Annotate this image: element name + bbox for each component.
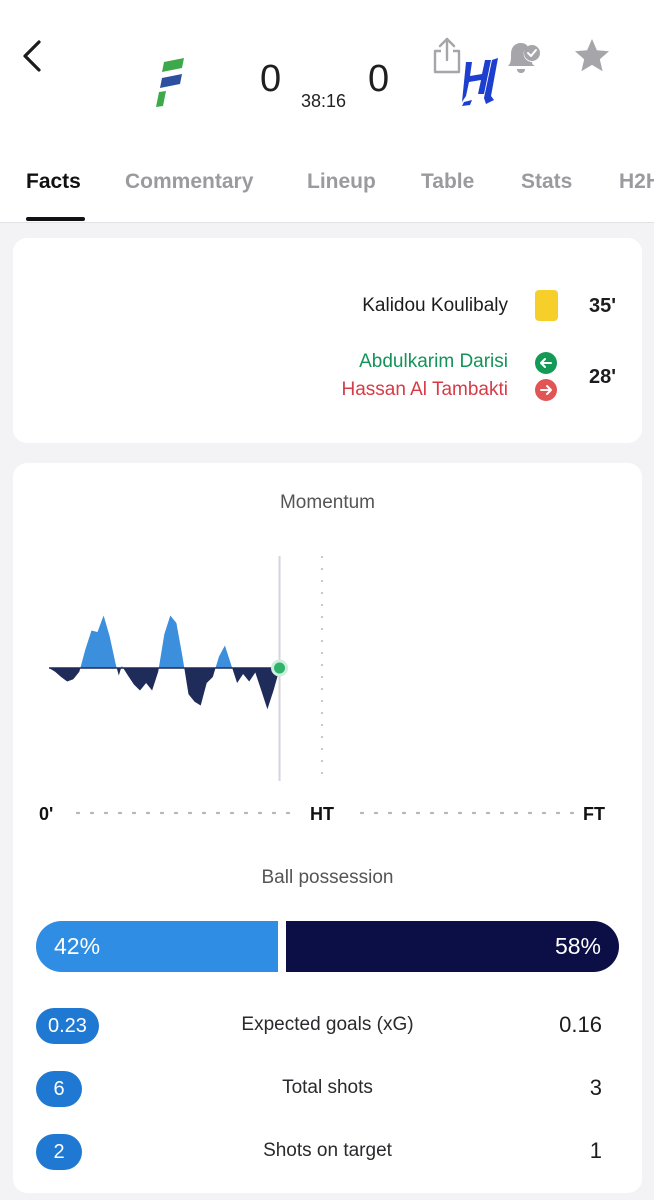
back-button[interactable]: [14, 36, 50, 76]
tab-lineup[interactable]: Lineup: [307, 170, 376, 194]
stat-away-value: 1: [589, 1138, 602, 1163]
axis-label-start: 0': [39, 804, 53, 824]
yellow-card-icon: [535, 290, 558, 321]
possession-home: 42%: [36, 921, 278, 972]
sub-minute: 28': [588, 366, 616, 388]
bell-check-icon[interactable]: [502, 38, 542, 76]
stat-label: Shots on target: [263, 1140, 392, 1161]
match-stats-card: Momentum 0' HT FT Ball possession 42% 58…: [13, 463, 642, 1193]
stat-label: Total shots: [282, 1077, 373, 1098]
possession-away: 58%: [286, 921, 619, 972]
chevron-left-icon: [23, 40, 41, 72]
match-clock: 38:16: [301, 91, 347, 111]
sub-in-arrow-icon: [535, 352, 557, 374]
stat-row-shots-on-target[interactable]: 2 Shots on target 1: [13, 1134, 642, 1174]
stat-row-total-shots[interactable]: 6 Total shots 3: [13, 1071, 642, 1111]
sub-out-arrow-icon: [535, 379, 557, 401]
possession-bar[interactable]: 42% 58%: [36, 921, 619, 972]
momentum-live-dot: [271, 659, 289, 677]
match-header: 0 38:16 0 Facts Commentary Lineup Table …: [0, 0, 654, 223]
possession-title: Ball possession: [261, 867, 394, 888]
away-score: 0: [368, 58, 390, 100]
axis-label-fulltime: FT: [583, 804, 605, 824]
stat-away-value: 3: [589, 1075, 602, 1100]
tab-h2h[interactable]: H2H: [619, 170, 654, 194]
momentum-chart[interactable]: 0' HT FT: [13, 463, 642, 833]
share-icon[interactable]: [428, 36, 466, 76]
tab-facts[interactable]: Facts: [26, 170, 81, 194]
stat-label: Expected goals (xG): [241, 1014, 414, 1035]
tab-bar: Facts Commentary Lineup Table Stats H2H: [0, 162, 654, 222]
match-events-card: Kalidou Koulibaly 35' Abdulkarim Darisi …: [13, 238, 642, 443]
tab-table[interactable]: Table: [421, 170, 474, 194]
card-player-name[interactable]: Kalidou Koulibaly: [362, 295, 508, 317]
sub-out-player-name[interactable]: Hassan Al Tambakti: [341, 379, 508, 401]
stat-away-value: 0.16: [559, 1012, 602, 1037]
home-team-logo[interactable]: [152, 56, 192, 108]
home-score: 0: [260, 58, 282, 100]
axis-label-halftime: HT: [310, 804, 334, 824]
card-minute: 35': [588, 295, 616, 317]
tab-stats[interactable]: Stats: [521, 170, 572, 194]
stat-row-xg[interactable]: 0.23 Expected goals (xG) 0.16: [13, 1008, 642, 1048]
tab-commentary[interactable]: Commentary: [125, 170, 253, 194]
momentum-home-area: [49, 615, 280, 668]
star-icon[interactable]: [572, 36, 612, 76]
sub-in-player-name[interactable]: Abdulkarim Darisi: [359, 351, 508, 373]
active-tab-indicator: [26, 217, 85, 221]
